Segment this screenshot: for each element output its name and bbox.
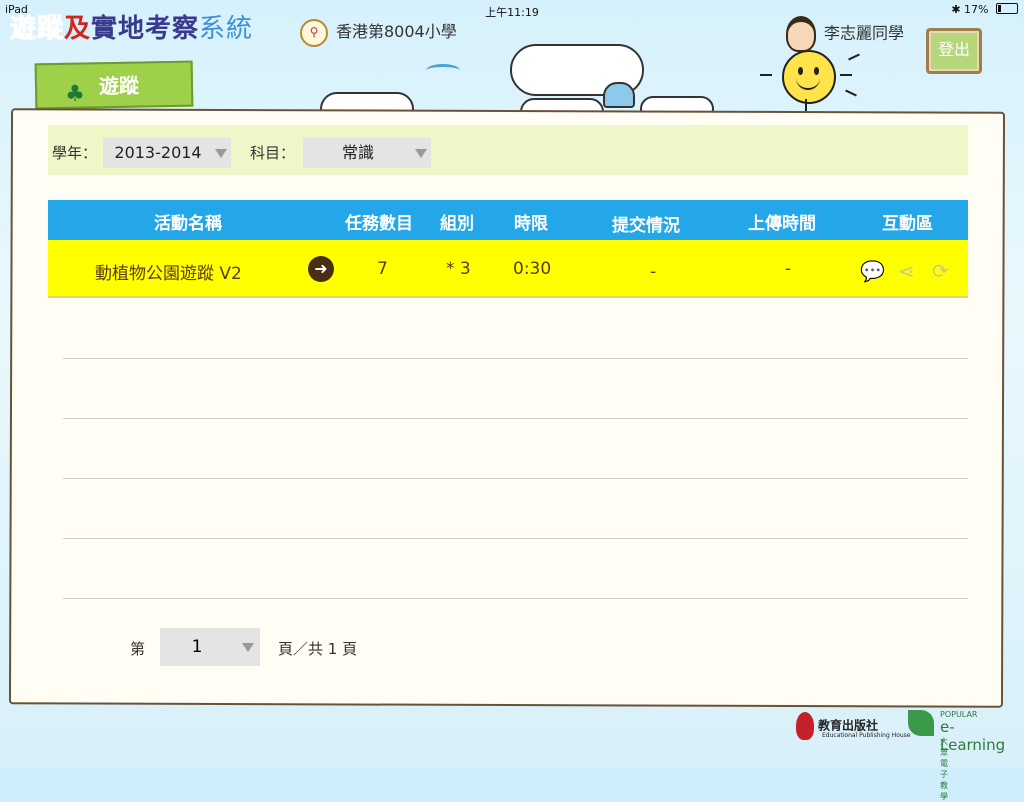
battery-status: ✱ 17%	[951, 3, 1018, 16]
column-header: 互動區	[882, 214, 933, 234]
row-divider	[63, 358, 968, 359]
column-header: 上傳時間	[748, 214, 816, 234]
tab-label: 遊蹤	[98, 73, 140, 99]
time-limit: 0:30	[513, 259, 552, 279]
tab-tour[interactable]: ♣ 遊蹤	[34, 60, 194, 110]
share-icon[interactable]: ⋖	[898, 259, 915, 283]
column-header: 活動名稱	[154, 214, 222, 234]
page-prefix: 第	[130, 640, 146, 658]
subject-select[interactable]: 常識	[303, 138, 431, 168]
row-divider	[63, 418, 968, 419]
logout-button[interactable]: 登出	[926, 28, 982, 74]
sun-ray	[840, 74, 852, 76]
row-divider	[63, 598, 968, 599]
submission-status: -	[650, 262, 657, 282]
avatar	[786, 16, 816, 52]
bluetooth-icon: ✱	[951, 3, 961, 16]
sun-ray	[805, 99, 807, 111]
table-row[interactable]: 動植物公園遊蹤 V2 ➜ 7 * 3 0:30 - - 💬 ⋖ ⟳	[48, 240, 968, 298]
publisher-mark-icon	[796, 712, 814, 740]
user-info: 李志麗同學	[786, 16, 904, 52]
year-label: 學年：	[52, 144, 98, 162]
battery-icon	[996, 3, 1018, 14]
school-name: ⚲ 香港第8004小學	[300, 18, 457, 47]
page-suffix: 頁／共 1 頁	[278, 640, 358, 658]
bird-icon	[426, 64, 460, 77]
school-seal-icon: ⚲	[300, 18, 328, 47]
user-name: 李志麗同學	[824, 23, 905, 43]
elearning-logo: POPULAR e-Learning 大眾電子教學	[908, 710, 1005, 801]
column-header: 組別	[440, 214, 474, 234]
leaf-icon	[908, 710, 934, 736]
row-divider	[63, 538, 968, 539]
chevron-down-icon	[215, 149, 227, 158]
chat-bubble-icon[interactable]: 💬	[860, 259, 885, 283]
subject-label: 科目：	[250, 144, 296, 162]
content-panel	[8, 108, 1006, 708]
refresh-icon[interactable]: ⟳	[932, 259, 949, 283]
column-header: 時限	[514, 214, 548, 234]
column-header: 提交情況	[612, 216, 680, 236]
page-select[interactable]: 1	[160, 628, 260, 666]
year-select[interactable]: 2013-2014	[103, 138, 231, 168]
app-logo: 遊蹤及實地考察系統	[9, 14, 254, 45]
activity-name: 動植物公園遊蹤 V2	[95, 264, 242, 284]
upload-time: -	[785, 259, 792, 279]
chevron-down-icon	[242, 643, 254, 652]
sun-icon	[782, 50, 836, 104]
parachute-icon	[603, 82, 635, 108]
arrow-right-circle-icon[interactable]: ➜	[308, 256, 334, 282]
publisher-logo: 教育出版社 Educational Publishing House	[796, 712, 911, 740]
row-divider	[63, 478, 968, 479]
chevron-down-icon	[415, 149, 427, 158]
table-header: 活動名稱 任務數目 組別 時限 提交情況 上傳時間 互動區	[48, 200, 968, 240]
group-value: * 3	[446, 259, 471, 279]
task-count: 7	[377, 259, 388, 279]
column-header: 任務數目	[345, 214, 413, 234]
sun-ray	[760, 74, 772, 76]
battery-percent: 17%	[964, 3, 989, 16]
